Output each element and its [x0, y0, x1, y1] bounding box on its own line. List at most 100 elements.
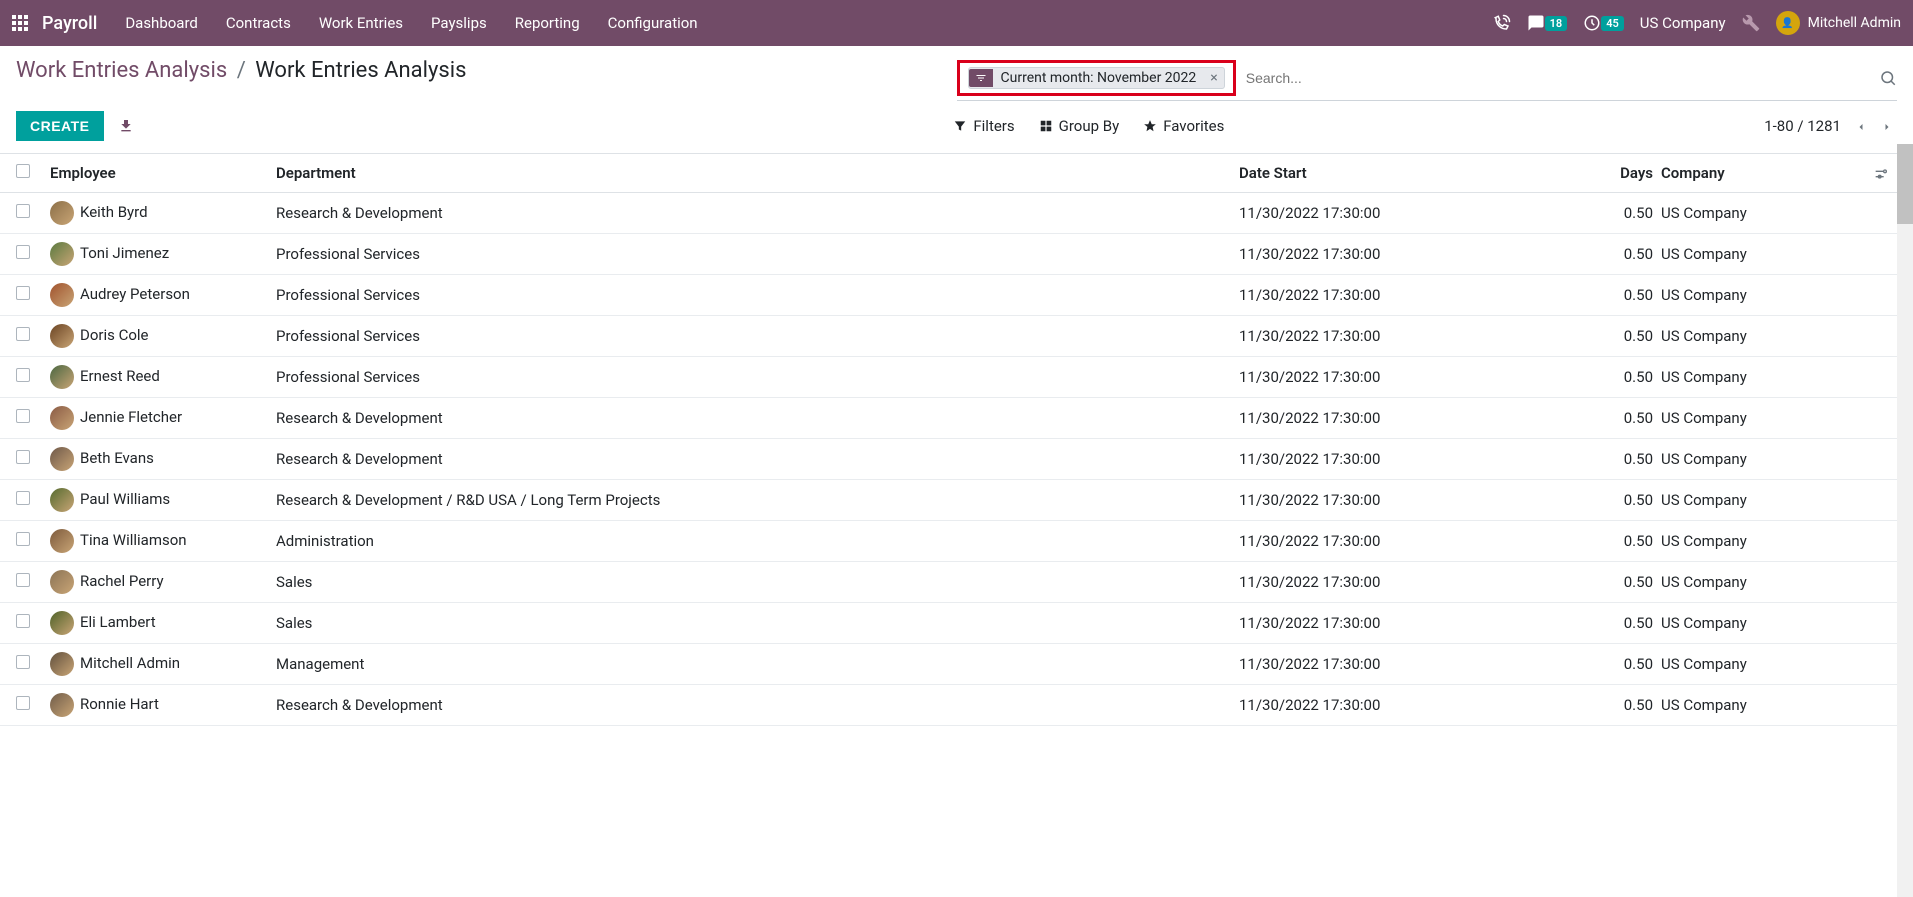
debug-icon[interactable]: [1742, 14, 1760, 32]
messages-icon[interactable]: 18: [1527, 14, 1568, 32]
employee-avatar-icon: [50, 201, 74, 225]
row-checkbox[interactable]: [16, 532, 30, 546]
menu-payslips[interactable]: Payslips: [431, 14, 487, 32]
employee-name: Ronnie Hart: [80, 695, 159, 713]
row-checkbox[interactable]: [16, 450, 30, 464]
menu-configuration[interactable]: Configuration: [608, 14, 698, 32]
table-row[interactable]: Eli Lambert Sales 11/30/2022 17:30:00 0.…: [0, 603, 1913, 644]
pager-next-icon[interactable]: [1877, 114, 1897, 139]
table-row[interactable]: Audrey Peterson Professional Services 11…: [0, 275, 1913, 316]
table-row[interactable]: Keith Byrd Research & Development 11/30/…: [0, 193, 1913, 234]
date-start-cell: 11/30/2022 17:30:00: [1239, 204, 1609, 222]
header-company[interactable]: Company: [1653, 164, 1897, 182]
header-employee[interactable]: Employee: [50, 164, 276, 182]
department-cell: Administration: [276, 532, 1239, 550]
row-checkbox[interactable]: [16, 368, 30, 382]
table-row[interactable]: Beth Evans Research & Development 11/30/…: [0, 439, 1913, 480]
filter-tag-close-icon[interactable]: ×: [1204, 68, 1223, 88]
department-cell: Sales: [276, 573, 1239, 591]
employee-avatar-icon: [50, 447, 74, 471]
row-checkbox[interactable]: [16, 573, 30, 587]
row-checkbox[interactable]: [16, 286, 30, 300]
favorites-button[interactable]: Favorites: [1143, 117, 1224, 135]
phone-icon[interactable]: [1493, 14, 1511, 32]
menu-dashboard[interactable]: Dashboard: [125, 14, 198, 32]
days-cell: 0.50: [1609, 491, 1653, 509]
table-row[interactable]: Doris Cole Professional Services 11/30/2…: [0, 316, 1913, 357]
table-row[interactable]: Tina Williamson Administration 11/30/202…: [0, 521, 1913, 562]
days-cell: 0.50: [1609, 450, 1653, 468]
department-cell: Professional Services: [276, 245, 1239, 263]
header-days[interactable]: Days: [1609, 164, 1653, 182]
row-checkbox[interactable]: [16, 614, 30, 628]
department-cell: Research & Development: [276, 696, 1239, 714]
pager-prev-icon[interactable]: [1851, 114, 1871, 139]
table-row[interactable]: Ernest Reed Professional Services 11/30/…: [0, 357, 1913, 398]
row-checkbox[interactable]: [16, 409, 30, 423]
user-menu[interactable]: 👤 Mitchell Admin: [1776, 11, 1901, 35]
table-row[interactable]: Toni Jimenez Professional Services 11/30…: [0, 234, 1913, 275]
column-options-icon[interactable]: [1873, 164, 1889, 182]
days-cell: 0.50: [1609, 696, 1653, 714]
row-checkbox[interactable]: [16, 491, 30, 505]
company-cell: US Company: [1653, 655, 1897, 673]
company-cell: US Company: [1653, 204, 1897, 222]
menu-reporting[interactable]: Reporting: [515, 14, 580, 32]
date-start-cell: 11/30/2022 17:30:00: [1239, 614, 1609, 632]
create-button[interactable]: Create: [16, 111, 104, 141]
employee-avatar-icon: [50, 529, 74, 553]
date-start-cell: 11/30/2022 17:30:00: [1239, 245, 1609, 263]
search-box[interactable]: Current month: November 2022 ×: [957, 58, 1898, 101]
search-icon[interactable]: [1879, 69, 1897, 87]
row-checkbox[interactable]: [16, 245, 30, 259]
row-checkbox[interactable]: [16, 655, 30, 669]
table-row[interactable]: Rachel Perry Sales 11/30/2022 17:30:00 0…: [0, 562, 1913, 603]
table-row[interactable]: Ronnie Hart Research & Development 11/30…: [0, 685, 1913, 726]
department-cell: Sales: [276, 614, 1239, 632]
search-input[interactable]: [1242, 66, 1879, 90]
employee-name: Eli Lambert: [80, 613, 156, 631]
menu-work-entries[interactable]: Work Entries: [319, 14, 403, 32]
activities-badge: 45: [1601, 16, 1624, 31]
pager: 1-80 / 1281: [1764, 114, 1897, 139]
row-checkbox[interactable]: [16, 327, 30, 341]
header-department[interactable]: Department: [276, 164, 1239, 182]
row-checkbox[interactable]: [16, 204, 30, 218]
department-cell: Research & Development: [276, 204, 1239, 222]
department-cell: Professional Services: [276, 286, 1239, 304]
employee-avatar-icon: [50, 570, 74, 594]
employee-avatar-icon: [50, 283, 74, 307]
employee-name: Ernest Reed: [80, 367, 160, 385]
filter-tag-label: Current month: November 2022: [993, 68, 1205, 88]
apps-icon[interactable]: [12, 15, 28, 31]
date-start-cell: 11/30/2022 17:30:00: [1239, 491, 1609, 509]
company-switcher[interactable]: US Company: [1640, 14, 1726, 32]
pager-range[interactable]: 1-80 / 1281: [1764, 117, 1841, 135]
employee-name: Paul Williams: [80, 490, 170, 508]
company-cell: US Company: [1653, 409, 1897, 427]
employee-avatar-icon: [50, 652, 74, 676]
app-title[interactable]: Payroll: [42, 13, 97, 34]
department-cell: Research & Development / R&D USA / Long …: [276, 491, 1239, 509]
vertical-scrollbar[interactable]: [1897, 144, 1913, 897]
table-row[interactable]: Mitchell Admin Management 11/30/2022 17:…: [0, 644, 1913, 685]
table-header: Employee Department Date Start Days Comp…: [0, 154, 1913, 193]
days-cell: 0.50: [1609, 327, 1653, 345]
select-all-checkbox[interactable]: [16, 164, 30, 178]
table-row[interactable]: Jennie Fletcher Research & Development 1…: [0, 398, 1913, 439]
filters-button[interactable]: Filters: [953, 117, 1014, 135]
breadcrumb-parent[interactable]: Work Entries Analysis: [16, 58, 227, 83]
date-start-cell: 11/30/2022 17:30:00: [1239, 286, 1609, 304]
export-icon[interactable]: [118, 118, 134, 134]
table-row[interactable]: Paul Williams Research & Development / R…: [0, 480, 1913, 521]
row-checkbox[interactable]: [16, 696, 30, 710]
breadcrumb-current: Work Entries Analysis: [255, 58, 466, 83]
activities-icon[interactable]: 45: [1583, 14, 1624, 32]
days-cell: 0.50: [1609, 614, 1653, 632]
company-cell: US Company: [1653, 327, 1897, 345]
company-cell: US Company: [1653, 573, 1897, 591]
header-date-start[interactable]: Date Start: [1239, 164, 1609, 182]
menu-contracts[interactable]: Contracts: [226, 14, 291, 32]
group-by-button[interactable]: Group By: [1039, 117, 1120, 135]
department-cell: Management: [276, 655, 1239, 673]
